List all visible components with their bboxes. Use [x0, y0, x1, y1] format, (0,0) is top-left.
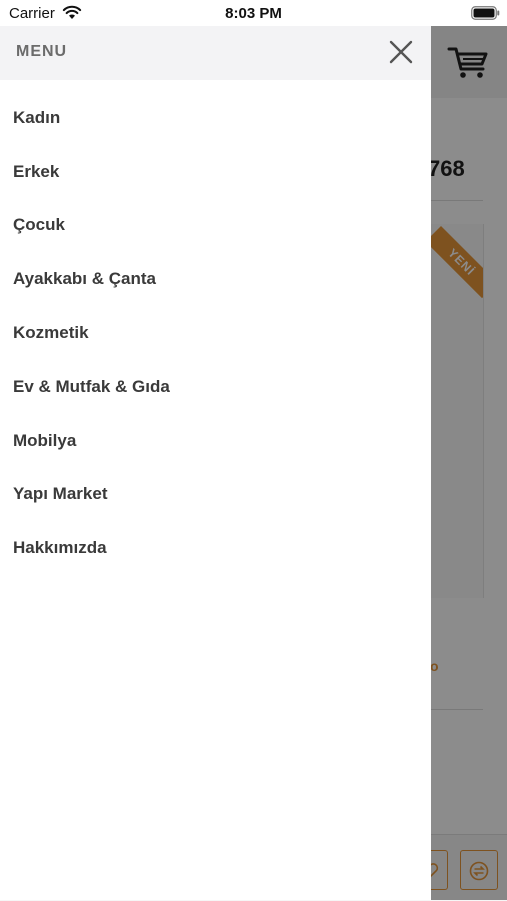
menu-item-kozmetik[interactable]: Kozmetik [0, 306, 431, 360]
menu-list: Kadın Erkek Çocuk Ayakkabı & Çanta Kozme… [0, 91, 431, 575]
battery-icon [471, 6, 500, 20]
menu-item-cocuk[interactable]: Çocuk [0, 199, 431, 253]
menu-item-hakkimizda[interactable]: Hakkımızda [0, 521, 431, 575]
menu-item-yapi-market[interactable]: Yapı Market [0, 468, 431, 522]
menu-item-erkek[interactable]: Erkek [0, 145, 431, 199]
status-bar: Carrier 8:03 PM [0, 0, 507, 26]
menu-item-ev-mutfak-gida[interactable]: Ev & Mutfak & Gıda [0, 360, 431, 414]
clock: 8:03 PM [225, 5, 282, 22]
menu-item-mobilya[interactable]: Mobilya [0, 414, 431, 468]
menu-item-kadin[interactable]: Kadın [0, 91, 431, 145]
menu-title: MENU [16, 43, 68, 60]
menu-item-ayakkabi-canta[interactable]: Ayakkabı & Çanta [0, 252, 431, 306]
close-icon[interactable] [389, 40, 413, 64]
menu-header: MENU [0, 26, 431, 80]
side-menu: MENU Kadın Erkek Çocuk Ayakkabı & Çanta … [0, 26, 431, 900]
